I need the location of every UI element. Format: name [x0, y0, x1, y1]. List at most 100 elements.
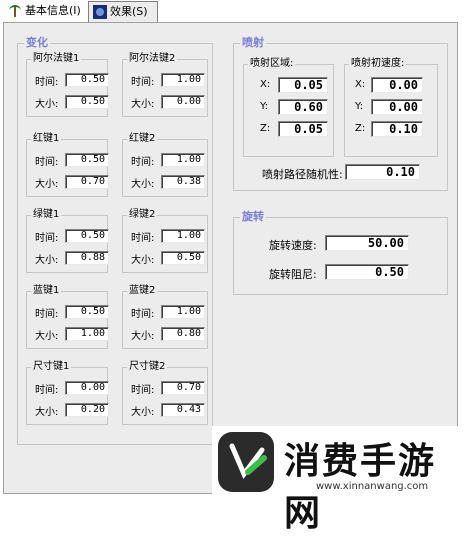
key-size-row: 大小: 0.80 [131, 326, 205, 342]
emit-random-label: 喷射路径随机性: [262, 168, 343, 181]
emit-area-y-input[interactable]: 0.60 [278, 99, 328, 115]
axis-x-label: X: [355, 79, 366, 90]
key-time-label: 时间: [131, 384, 155, 396]
emit-velocity-title: 喷射初速度: [349, 57, 407, 71]
key-group: 绿键1 时间: 0.50 大小: 0.88 [26, 208, 109, 273]
tab-label: 基本信息(I) [25, 4, 81, 17]
key-size-row: 大小: 0.43 [131, 402, 205, 418]
key-size-row: 大小: 0.38 [131, 174, 205, 190]
key-time-input[interactable]: 1.00 [161, 305, 205, 319]
emit-area-x-input[interactable]: 0.05 [278, 77, 328, 93]
emit-group: 喷射 喷射区域: X: 0.05 Y: 0.60 Z: 0.05 喷射初速度: … [233, 36, 448, 191]
key-size-input[interactable]: 1.00 [65, 327, 109, 341]
effect-panel: 变化 喷射 喷射区域: X: 0.05 Y: 0.60 Z: 0.05 喷射初速… [3, 22, 458, 494]
key-size-label: 大小: [35, 98, 59, 110]
axis-z-label: Z: [355, 123, 366, 134]
emit-area-z-input[interactable]: 0.05 [278, 121, 328, 137]
key-size-label: 大小: [131, 98, 155, 110]
key-time-input[interactable]: 0.50 [65, 229, 109, 243]
key-group: 绿键2 时间: 1.00 大小: 0.50 [122, 208, 208, 273]
emit-group-title: 喷射 [240, 36, 266, 50]
emit-velocity-group: 喷射初速度: X: 0.00 Y: 0.00 Z: 0.10 [344, 57, 438, 157]
key-size-label: 大小: [35, 330, 59, 342]
watermark-logo-icon [218, 432, 274, 492]
key-size-input[interactable]: 0.50 [65, 95, 109, 109]
key-time-row: 时间: 1.00 [131, 72, 205, 88]
key-time-row: 时间: 0.00 [35, 380, 109, 396]
tab-effect[interactable]: 效果(S) [88, 1, 158, 22]
key-time-label: 时间: [35, 232, 59, 244]
tab-basic-info[interactable]: 基本信息(I) [4, 2, 86, 20]
rotate-speed-input[interactable]: 50.00 [325, 235, 409, 251]
key-group-title: 绿键2 [127, 208, 158, 222]
tab-label: 效果(S) [110, 5, 148, 18]
axis-y-label: Y: [355, 101, 364, 112]
key-group-title: 阿尔法键1 [31, 52, 82, 66]
key-size-row: 大小: 0.20 [35, 402, 109, 418]
key-group: 阿尔法键1 时间: 0.50 大小: 0.50 [26, 52, 109, 117]
key-group-title: 蓝键2 [127, 284, 158, 298]
key-time-label: 时间: [35, 156, 59, 168]
key-time-row: 时间: 0.50 [35, 72, 109, 88]
key-time-input[interactable]: 0.00 [65, 381, 109, 395]
key-size-input[interactable]: 0.20 [65, 403, 109, 417]
axis-y-label: Y: [260, 101, 269, 112]
key-size-input[interactable]: 0.70 [65, 175, 109, 189]
key-group: 尺寸键1 时间: 0.00 大小: 0.20 [26, 360, 109, 425]
key-time-row: 时间: 0.50 [35, 304, 109, 320]
key-group-title: 蓝键1 [31, 284, 62, 298]
emit-velocity-y-input[interactable]: 0.00 [371, 99, 423, 115]
rotate-speed-label: 旋转速度: [269, 239, 317, 252]
key-time-input[interactable]: 1.00 [161, 73, 205, 87]
key-size-input[interactable]: 0.50 [161, 251, 205, 265]
key-time-label: 时间: [35, 384, 59, 396]
key-time-row: 时间: 0.70 [131, 380, 205, 396]
tab-bar: 基本信息(I) 效果(S) [0, 0, 464, 24]
key-size-row: 大小: 0.88 [35, 250, 109, 266]
key-time-input[interactable]: 0.50 [65, 73, 109, 87]
rotate-group: 旋转 旋转速度: 50.00 旋转阻尼: 0.50 [233, 210, 448, 295]
emit-velocity-z-input[interactable]: 0.10 [371, 121, 423, 137]
key-size-label: 大小: [131, 178, 155, 190]
key-size-input[interactable]: 0.80 [161, 327, 205, 341]
key-group: 尺寸键2 时间: 0.70 大小: 0.43 [122, 360, 208, 425]
axis-x-label: X: [260, 79, 271, 90]
rotate-damping-input[interactable]: 0.50 [325, 264, 409, 280]
key-group: 蓝键1 时间: 0.50 大小: 1.00 [26, 284, 109, 349]
key-size-input[interactable]: 0.00 [161, 95, 205, 109]
key-size-input[interactable]: 0.38 [161, 175, 205, 189]
key-size-row: 大小: 0.70 [35, 174, 109, 190]
key-time-input[interactable]: 0.50 [65, 153, 109, 167]
key-group-title: 阿尔法键2 [127, 52, 178, 66]
axis-z-label: Z: [260, 123, 271, 134]
key-size-label: 大小: [131, 330, 155, 342]
key-size-label: 大小: [35, 254, 59, 266]
key-group-title: 红键1 [31, 132, 62, 146]
key-time-row: 时间: 1.00 [131, 152, 205, 168]
rotate-damping-label: 旋转阻尼: [269, 268, 317, 281]
key-time-label: 时间: [35, 308, 59, 320]
key-time-input[interactable]: 1.00 [161, 229, 205, 243]
rotate-group-title: 旋转 [240, 210, 266, 224]
key-size-label: 大小: [131, 254, 155, 266]
key-time-label: 时间: [131, 156, 155, 168]
key-group-title: 红键2 [127, 132, 158, 146]
emit-random-input[interactable]: 0.10 [345, 164, 420, 180]
key-time-input[interactable]: 1.00 [161, 153, 205, 167]
key-group-title: 绿键1 [31, 208, 62, 222]
key-time-label: 时间: [131, 308, 155, 320]
key-size-row: 大小: 0.50 [35, 94, 109, 110]
key-group: 红键1 时间: 0.50 大小: 0.70 [26, 132, 109, 197]
key-size-label: 大小: [35, 178, 59, 190]
watermark-url: www.xinnanwang.com [316, 481, 429, 492]
key-time-input[interactable]: 0.70 [161, 381, 205, 395]
key-size-input[interactable]: 0.43 [161, 403, 205, 417]
key-size-input[interactable]: 0.88 [65, 251, 109, 265]
key-time-label: 时间: [131, 76, 155, 88]
key-time-row: 时间: 0.50 [35, 228, 109, 244]
emit-velocity-x-input[interactable]: 0.00 [371, 77, 423, 93]
key-time-input[interactable]: 0.50 [65, 305, 109, 319]
key-time-label: 时间: [131, 232, 155, 244]
emit-area-group: 喷射区域: X: 0.05 Y: 0.60 Z: 0.05 [243, 57, 334, 157]
watermark: 消费手游网 www.xinnanwang.com [212, 426, 464, 534]
